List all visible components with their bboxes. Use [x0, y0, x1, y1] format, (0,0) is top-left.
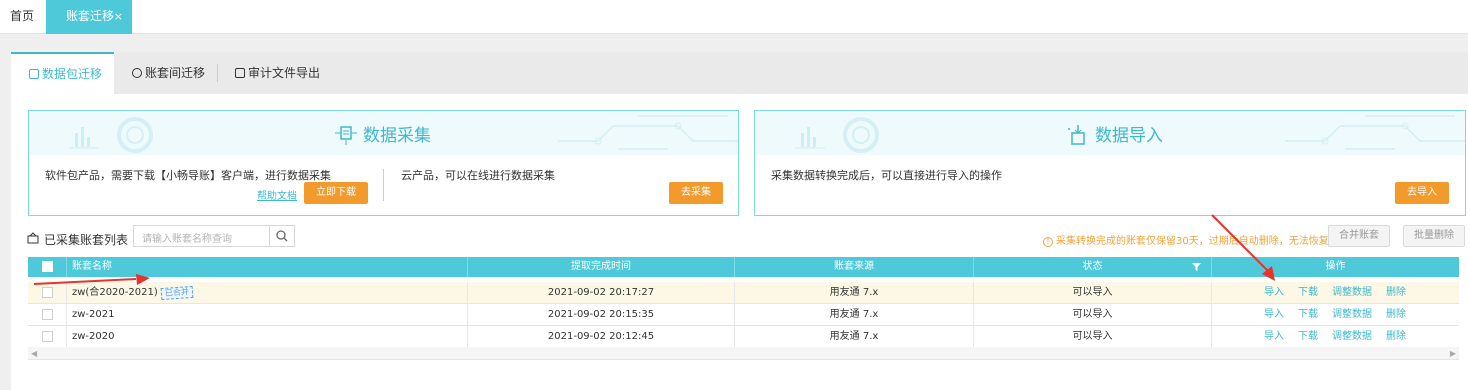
- download-link[interactable]: 下载: [1298, 287, 1318, 298]
- status-cell: 可以导入: [1072, 287, 1113, 298]
- sub-tab-bar: 数据包迁移 账套间迁移 审计文件导出: [11, 52, 1468, 94]
- column-divider: [66, 304, 67, 326]
- adjust-data-link[interactable]: 调整数据: [1332, 309, 1372, 320]
- extract-time-cell: 2021-09-02 20:15:35: [547, 309, 655, 320]
- row-actions: 导入 下载 调整数据 删除: [1211, 282, 1459, 304]
- extract-time-cell: 2021-09-02 20:12:45: [547, 331, 655, 342]
- tab-inter-account-migration[interactable]: 账套间迁移: [114, 52, 217, 94]
- source-cell: 用友通 7.x: [829, 331, 879, 342]
- scroll-left-icon[interactable]: ◀: [31, 349, 37, 358]
- source-cell: 用友通 7.x: [829, 287, 879, 298]
- table-header: 账套名称 提取完成时间 账套来源 状态 操作: [28, 257, 1459, 277]
- table-row[interactable]: zw(合2020-2021) 已合并 2021-09-02 20:17:27 用友…: [28, 282, 1459, 304]
- status-cell: 可以导入: [1072, 331, 1113, 342]
- tab-audit-file-export[interactable]: 审计文件导出: [217, 52, 333, 94]
- import-desc: 采集数据转换完成后，可以直接进行导入的操作: [771, 169, 1002, 182]
- scroll-right-icon[interactable]: ▶: [1450, 349, 1456, 358]
- main-panel: 数据包迁移 账套间迁移 审计文件导出 数据采集 软件包产品，需要下载【小畅导账】…: [11, 52, 1468, 390]
- info-icon: !: [1043, 237, 1053, 247]
- delete-link[interactable]: 删除: [1386, 331, 1406, 342]
- column-divider: [66, 326, 67, 348]
- download-now-button[interactable]: 立即下载: [304, 182, 368, 204]
- col-status: 状态: [1082, 261, 1103, 272]
- transfer-icon: [132, 68, 142, 78]
- merge-accounts-button[interactable]: 合并账套: [1328, 225, 1390, 247]
- tab-home[interactable]: 首页: [10, 0, 34, 33]
- row-actions: 导入 下载 调整数据 删除: [1211, 304, 1459, 326]
- card-title-text: 数据采集: [363, 126, 431, 146]
- chart-decoration-icon: [795, 117, 879, 153]
- col-account-source: 账套来源: [834, 261, 874, 272]
- tab-account-migration[interactable]: 账套迁移 ×: [46, 0, 132, 34]
- table-row[interactable]: zw-2020 2021-09-02 20:12:45 用友通 7.x 可以导入…: [28, 326, 1459, 348]
- tab-account-migration-label: 账套迁移: [66, 9, 115, 23]
- card-header: 数据导入: [755, 111, 1465, 155]
- account-name-cell: zw-2021: [72, 309, 115, 320]
- go-collect-button[interactable]: 去采集: [669, 182, 723, 204]
- col-account-name: 账套名称: [72, 261, 112, 272]
- search-input[interactable]: 请输入账套名称查询: [142, 230, 232, 245]
- extract-time-cell: 2021-09-02 20:17:27: [547, 287, 655, 298]
- top-tab-bar: 首页 账套迁移 ×: [0, 0, 1468, 34]
- row-checkbox[interactable]: [42, 309, 53, 320]
- delete-link[interactable]: 删除: [1386, 287, 1406, 298]
- card-title: 数据采集: [335, 121, 431, 146]
- retention-notice: ! 采集转换完成的账套仅保留30天，过期后自动删除，无法恢复: [1043, 232, 1329, 247]
- data-collect-card: 数据采集 软件包产品，需要下载【小畅导账】客户端，进行数据采集 帮助文档 立即下…: [28, 110, 739, 216]
- tab-label: 数据包迁移: [42, 67, 103, 81]
- card-divider: [383, 169, 384, 201]
- account-name-cell: zw(合2020-2021) 已合并: [72, 282, 194, 304]
- close-icon[interactable]: ×: [114, 0, 123, 33]
- card-title-text: 数据导入: [1095, 126, 1163, 146]
- status-cell: 可以导入: [1072, 309, 1113, 320]
- software-package-desc: 软件包产品，需要下载【小畅导账】客户端，进行数据采集: [45, 169, 331, 182]
- circuit-decoration-icon: [558, 115, 738, 150]
- filter-icon[interactable]: [1192, 263, 1201, 271]
- import-link[interactable]: 导入: [1264, 331, 1284, 342]
- search-button[interactable]: [269, 226, 294, 246]
- column-divider: [66, 282, 67, 304]
- table-row[interactable]: zw-2021 2021-09-02 20:15:35 用友通 7.x 可以导入…: [28, 304, 1459, 326]
- go-import-button[interactable]: 去导入: [1395, 182, 1449, 204]
- tab-label: 账套间迁移: [145, 66, 206, 80]
- tab-label: 审计文件导出: [248, 66, 321, 80]
- cloud-product-desc: 云产品，可以在线进行数据采集: [401, 169, 555, 182]
- circuit-decoration-icon: [1285, 115, 1465, 150]
- help-doc-link[interactable]: 帮助文档: [257, 187, 297, 202]
- chart-decoration-icon: [69, 117, 153, 153]
- download-link[interactable]: 下载: [1298, 309, 1318, 320]
- col-operations: 操作: [1325, 261, 1346, 272]
- col-extract-time: 提取完成时间: [571, 261, 631, 272]
- data-import-icon: [1068, 125, 1085, 145]
- source-cell: 用友通 7.x: [829, 309, 879, 320]
- search-box: 请输入账套名称查询: [133, 225, 295, 247]
- merged-stamp-badge: 已合并: [160, 285, 194, 301]
- card-header: 数据采集: [29, 111, 738, 155]
- batch-delete-button[interactable]: 批量删除: [1403, 225, 1465, 247]
- import-link[interactable]: 导入: [1264, 287, 1284, 298]
- adjust-data-link[interactable]: 调整数据: [1332, 287, 1372, 298]
- row-checkbox[interactable]: [42, 287, 53, 298]
- column-divider: [66, 257, 67, 277]
- adjust-data-link[interactable]: 调整数据: [1332, 331, 1372, 342]
- row-checkbox[interactable]: [42, 331, 53, 342]
- account-name-cell: zw-2020: [72, 331, 115, 342]
- account-name: zw(合2020-2021): [72, 287, 158, 298]
- retention-notice-text: 采集转换完成的账套仅保留30天，过期后自动删除，无法恢复: [1056, 236, 1329, 247]
- collected-list-title: 已采集账套列表: [44, 233, 129, 247]
- select-all-checkbox[interactable]: [42, 261, 53, 272]
- card-title: 数据导入: [1067, 121, 1163, 146]
- row-actions: 导入 下载 调整数据 删除: [1211, 326, 1459, 348]
- data-import-card: 数据导入 采集数据转换完成后，可以直接进行导入的操作 去导入: [754, 110, 1466, 216]
- export-file-icon: [235, 68, 245, 78]
- package-icon: [29, 69, 39, 79]
- search-icon: [276, 230, 288, 242]
- data-collect-icon: [335, 126, 357, 145]
- import-link[interactable]: 导入: [1264, 309, 1284, 320]
- horizontal-scrollbar[interactable]: ◀ ▶: [28, 347, 1459, 360]
- delete-link[interactable]: 删除: [1386, 309, 1406, 320]
- list-package-icon: [27, 232, 39, 244]
- tab-data-package-migration[interactable]: 数据包迁移: [11, 52, 114, 94]
- download-link[interactable]: 下载: [1298, 331, 1318, 342]
